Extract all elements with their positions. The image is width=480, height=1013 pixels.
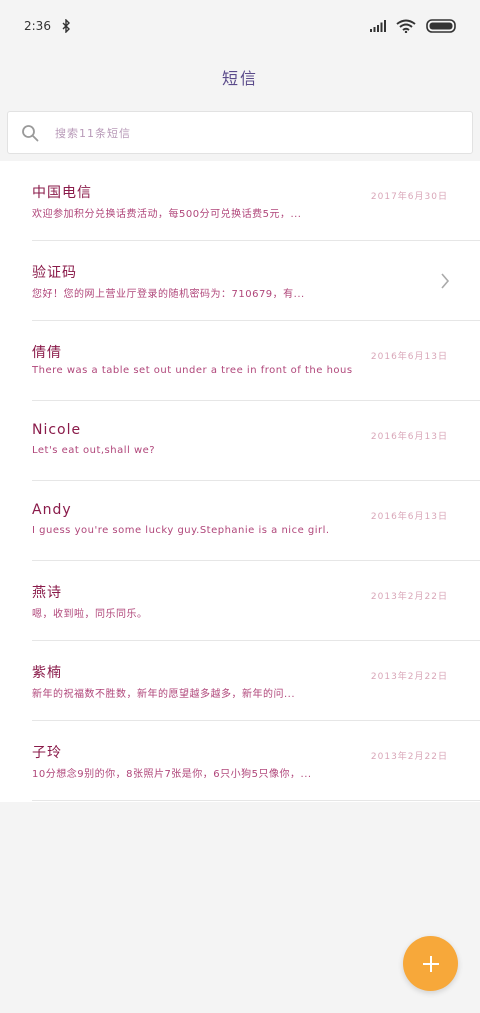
message-preview: 您好！您的网上营业厅登录的随机密码为：710679，有... bbox=[32, 289, 305, 300]
message-date: 2017年6月30日 bbox=[370, 192, 448, 202]
message-date: 2016年6月13日 bbox=[370, 432, 448, 442]
message-item-3[interactable]: Nicole 2016年6月13日 Let's eat out,shall we… bbox=[32, 401, 480, 481]
message-preview: 嗯，收到啦，同乐同乐。 bbox=[32, 609, 148, 620]
message-sender: 中国电信 bbox=[32, 185, 92, 201]
search-placeholder[interactable]: 搜索11条短信 bbox=[55, 125, 131, 141]
message-preview: I guess you're some lucky guy.Stephanie … bbox=[32, 525, 330, 536]
message-sender: 燕诗 bbox=[32, 585, 62, 601]
wifi-icon bbox=[396, 19, 416, 33]
message-preview: 新年的祝福数不胜数，新年的愿望越多越多，新年的问... bbox=[32, 689, 296, 700]
message-date: 2016年6月13日 bbox=[370, 512, 448, 522]
message-date: 2013年2月22日 bbox=[370, 672, 448, 682]
message-preview: Let's eat out,shall we? bbox=[32, 445, 156, 456]
search-icon bbox=[22, 124, 39, 141]
message-item-4[interactable]: Andy 2016年6月13日 I guess you're some luck… bbox=[32, 481, 480, 561]
message-sender: 紫楠 bbox=[32, 665, 62, 681]
search-bar[interactable]: 搜索11条短信 bbox=[7, 111, 473, 154]
plus-icon bbox=[422, 955, 439, 972]
new-message-button[interactable] bbox=[403, 936, 458, 991]
battery-icon bbox=[426, 19, 456, 33]
message-date: 2013年2月22日 bbox=[370, 752, 448, 762]
message-preview: There was a table set out under a tree i… bbox=[32, 365, 353, 376]
page-title: 短信 bbox=[221, 69, 258, 88]
message-item-2[interactable]: 倩倩 2016年6月13日 There was a table set out … bbox=[32, 321, 480, 401]
message-preview: 10分想念9别的你，8张照片7张是你，6只小狗5只像你，... bbox=[32, 769, 312, 780]
message-sender: 倩倩 bbox=[32, 345, 62, 361]
message-list: 中国电信 2017年6月30日 欢迎参加积分兑换话费活动，每500分可兑换话费5… bbox=[0, 161, 480, 802]
message-sender: 验证码 bbox=[32, 265, 77, 281]
message-item-5[interactable]: 燕诗 2013年2月22日 嗯，收到啦，同乐同乐。 bbox=[32, 561, 480, 641]
status-right bbox=[370, 19, 458, 33]
chevron-right-icon bbox=[441, 273, 450, 289]
message-date: 2016年6月13日 bbox=[370, 352, 448, 362]
status-bar: 2:36 bbox=[0, 0, 480, 52]
status-left: 2:36 bbox=[24, 19, 71, 33]
message-item-6[interactable]: 紫楠 2013年2月22日 新年的祝福数不胜数，新年的愿望越多越多，新年的问..… bbox=[32, 641, 480, 721]
message-preview: 欢迎参加积分兑换话费活动，每500分可兑换话费5元，... bbox=[32, 209, 302, 220]
message-sender: Nicole bbox=[32, 422, 82, 438]
message-item-1[interactable]: 验证码 您好！您的网上营业厅登录的随机密码为：710679，有... bbox=[32, 241, 480, 321]
signal-icon bbox=[370, 20, 386, 32]
message-sender: 子玲 bbox=[32, 745, 62, 761]
status-time: 2:36 bbox=[24, 19, 51, 33]
message-item-0[interactable]: 中国电信 2017年6月30日 欢迎参加积分兑换话费活动，每500分可兑换话费5… bbox=[32, 161, 480, 241]
message-sender: Andy bbox=[32, 502, 72, 518]
message-item-7[interactable]: 子玲 2013年2月22日 10分想念9别的你，8张照片7张是你，6只小狗5只像… bbox=[32, 721, 480, 801]
bluetooth-icon bbox=[62, 19, 70, 33]
message-date: 2013年2月22日 bbox=[370, 592, 448, 602]
